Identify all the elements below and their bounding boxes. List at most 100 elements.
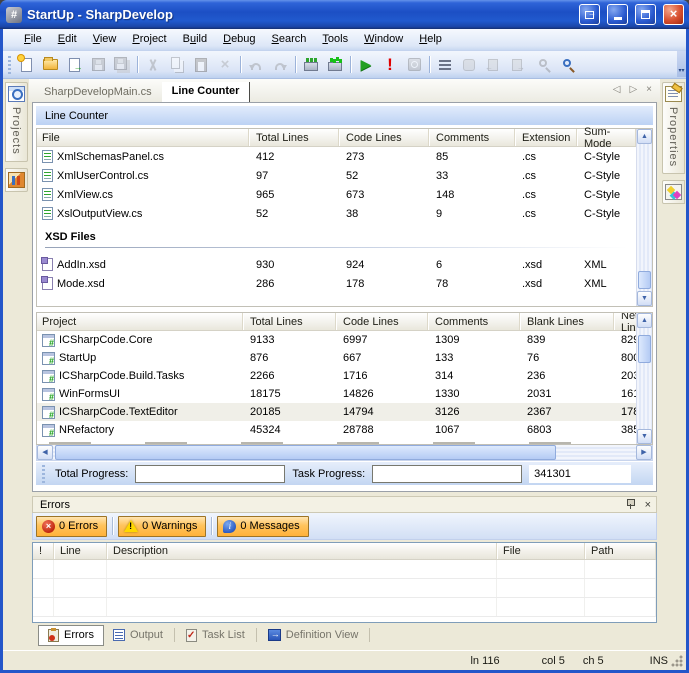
menu-view[interactable]: View xyxy=(85,30,125,49)
close-button[interactable] xyxy=(663,4,684,25)
build-all-button[interactable] xyxy=(323,54,347,76)
tab-output[interactable]: Output xyxy=(105,626,171,644)
save-all-button[interactable] xyxy=(110,54,134,76)
paste-button[interactable] xyxy=(189,54,213,76)
zoom-button[interactable] xyxy=(553,54,577,76)
tab-definition-view[interactable]: Definition View xyxy=(260,626,367,644)
prev-bookmark-button[interactable] xyxy=(481,54,505,76)
next-bookmark-button[interactable] xyxy=(505,54,529,76)
errors-filter-button[interactable]: 0 Errors xyxy=(36,516,107,537)
column-header-severity[interactable]: ! xyxy=(33,543,54,559)
column-header-line[interactable]: Line xyxy=(54,543,107,559)
title-bar[interactable]: StartUp - SharpDevelop xyxy=(0,0,689,29)
column-header-file[interactable]: File xyxy=(37,129,249,146)
column-header-description[interactable]: Description xyxy=(107,543,497,559)
tab-line-counter[interactable]: Line Counter xyxy=(162,82,251,102)
scrollbar-thumb[interactable] xyxy=(638,335,651,363)
column-header-comments[interactable]: Comments xyxy=(428,313,520,330)
scroll-up-icon[interactable]: ▲ xyxy=(637,313,652,328)
pin-icon[interactable] xyxy=(626,499,635,510)
scroll-down-icon[interactable]: ▼ xyxy=(637,429,652,444)
toolbar-grip[interactable] xyxy=(8,56,11,74)
sidebar-item-properties[interactable]: Properties xyxy=(662,82,685,174)
stop-button[interactable] xyxy=(402,54,426,76)
table-row[interactable]: XmlView.cs 965 673 148 .cs C-Style xyxy=(37,185,636,204)
close-icon[interactable]: × xyxy=(645,499,651,511)
tab-scroll-left-icon[interactable]: ◁ xyxy=(613,84,621,95)
tab-sharpdevelopmain[interactable]: SharpDevelopMain.cs xyxy=(34,83,162,102)
horizontal-scrollbar[interactable]: ◀ ▶ xyxy=(36,445,653,461)
column-header-project[interactable]: Project xyxy=(37,313,243,330)
menu-debug[interactable]: Debug xyxy=(215,30,263,49)
column-header-extension[interactable]: Extension xyxy=(515,129,577,146)
scroll-down-icon[interactable]: ▼ xyxy=(637,291,652,306)
scroll-up-icon[interactable]: ▲ xyxy=(637,129,652,144)
maximize-button[interactable] xyxy=(635,4,656,25)
table-row[interactable]: StartUp 876 667 133 76 800 xyxy=(37,349,636,367)
column-header-path[interactable]: Path xyxy=(585,543,656,559)
tab-close-icon[interactable]: × xyxy=(646,84,652,95)
copy-button[interactable] xyxy=(165,54,189,76)
sidebar-item-projects[interactable]: Projects xyxy=(5,82,28,162)
warnings-filter-button[interactable]: 0 Warnings xyxy=(118,516,206,537)
open-document-button[interactable] xyxy=(62,54,86,76)
new-file-button[interactable] xyxy=(14,54,38,76)
messages-filter-button[interactable]: 0 Messages xyxy=(217,516,308,537)
column-header-file[interactable]: File xyxy=(497,543,585,559)
table-row[interactable]: XmlUserControl.cs 97 52 33 .cs C-Style xyxy=(37,166,636,185)
table-row[interactable]: Mode.xsd 286 178 78 .xsd XML xyxy=(37,274,636,293)
scroll-left-icon[interactable]: ◀ xyxy=(37,445,53,460)
table-row[interactable]: XmlSchemasPanel.cs 412 273 85 .cs C-Styl… xyxy=(37,147,636,166)
menu-window[interactable]: Window xyxy=(356,30,411,49)
table-row[interactable]: ICSharpCode.Build.Tasks 2266 1716 314 23… xyxy=(37,367,636,385)
sidebar-item-tools[interactable] xyxy=(5,168,28,192)
menu-search[interactable]: Search xyxy=(264,30,315,49)
menu-project[interactable]: Project xyxy=(124,30,174,49)
column-header-code-lines[interactable]: Code Lines xyxy=(336,313,428,330)
project-table-scrollbar[interactable]: ▲ ▼ xyxy=(636,313,652,444)
open-file-button[interactable] xyxy=(38,54,62,76)
save-button[interactable] xyxy=(86,54,110,76)
column-header-sum-mode[interactable]: Sum-Mode xyxy=(577,129,636,146)
panel-button[interactable] xyxy=(457,54,481,76)
tab-task-list[interactable]: Task List xyxy=(178,626,253,645)
tab-errors[interactable]: Errors xyxy=(38,625,104,646)
scroll-right-icon[interactable]: ▶ xyxy=(636,445,652,460)
minimize-button[interactable] xyxy=(607,4,628,25)
output-list-button[interactable] xyxy=(433,54,457,76)
column-header-blank-lines[interactable]: Blank Lines xyxy=(520,313,614,330)
delete-button[interactable] xyxy=(213,54,237,76)
column-header-total-lines[interactable]: Total Lines xyxy=(243,313,336,330)
resize-grip[interactable] xyxy=(671,655,683,667)
column-header-total-lines[interactable]: Total Lines xyxy=(249,129,339,146)
menu-help[interactable]: Help xyxy=(411,30,450,49)
run-without-debugger-button[interactable] xyxy=(378,54,402,76)
build-button[interactable] xyxy=(299,54,323,76)
new-file-icon xyxy=(21,58,32,72)
table-row[interactable]: XslOutputView.cs 52 38 9 .cs C-Style xyxy=(37,204,636,223)
table-row[interactable]: ICSharpCode.Core 9133 6997 1309 839 8294 xyxy=(37,331,636,349)
menu-tools[interactable]: Tools xyxy=(314,30,356,49)
tab-scroll-right-icon[interactable]: ▷ xyxy=(629,84,637,95)
undo-button[interactable] xyxy=(244,54,268,76)
table-row[interactable]: AddIn.xsd 930 924 6 .xsd XML xyxy=(37,255,636,274)
menu-file[interactable]: File xyxy=(16,30,50,49)
errors-panel-caption[interactable]: Errors × xyxy=(32,496,657,513)
redo-button[interactable] xyxy=(268,54,292,76)
menu-build[interactable]: Build xyxy=(175,30,215,49)
file-table-scrollbar[interactable]: ▲ ▼ xyxy=(636,129,652,306)
toolbar-overflow-button[interactable]: ▾▾ xyxy=(677,51,686,77)
toggle-window-button[interactable] xyxy=(579,4,600,25)
sidebar-item-toolbox[interactable] xyxy=(662,180,685,204)
search-files-button[interactable] xyxy=(529,54,553,76)
column-header-code-lines[interactable]: Code Lines xyxy=(339,129,429,146)
table-row[interactable]: ICSharpCode.TextEditor 20185 14794 3126 … xyxy=(37,403,636,421)
menu-edit[interactable]: Edit xyxy=(50,30,85,49)
table-row[interactable]: NRefactory 45324 28788 1067 6803 38521 xyxy=(37,421,636,439)
run-button[interactable] xyxy=(354,54,378,76)
cut-button[interactable] xyxy=(141,54,165,76)
table-row[interactable]: WinFormsUI 18175 14826 1330 2031 16144 xyxy=(37,385,636,403)
scrollbar-thumb[interactable] xyxy=(55,445,556,460)
column-header-comments[interactable]: Comments xyxy=(429,129,515,146)
scrollbar-thumb[interactable] xyxy=(638,271,651,289)
